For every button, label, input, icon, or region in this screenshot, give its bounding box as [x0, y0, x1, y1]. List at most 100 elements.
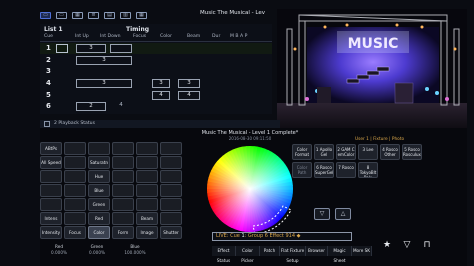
left-key-col5-key[interactable]: [136, 170, 158, 183]
softkey-button[interactable]: Magic Sheet: [328, 246, 352, 263]
softkey-button[interactable]: Patch: [260, 246, 280, 256]
left-key-col4-key[interactable]: [112, 184, 134, 197]
col-header-mbap[interactable]: M B A P: [230, 34, 247, 39]
left-key-col4-key[interactable]: [112, 198, 134, 211]
left-key-col3-key[interactable]: Green: [88, 198, 110, 211]
left-key-col2-key[interactable]: [64, 212, 86, 225]
left-key-col6-key[interactable]: [160, 212, 182, 225]
beam-cell[interactable]: 3: [178, 79, 200, 88]
left-key-col6-key[interactable]: [160, 142, 182, 155]
color-path-key[interactable]: 8 TokyoBlt Poly: [358, 162, 378, 178]
int-up-cell[interactable]: 3: [76, 44, 106, 53]
cue-row[interactable]: 4 3 3 3: [40, 78, 272, 89]
left-key-col4-key[interactable]: [112, 212, 134, 225]
col-header-beam[interactable]: Beam: [187, 34, 200, 39]
left-key-col1-key[interactable]: [40, 198, 62, 211]
left-key-col4-key[interactable]: Form: [112, 226, 134, 239]
color-format-key[interactable]: 2 GAM C emColor: [336, 144, 356, 160]
color-path-key[interactable]: Color Path: [292, 162, 312, 178]
left-key-col2-key[interactable]: [64, 156, 86, 169]
color-wheel[interactable]: [205, 144, 295, 235]
command-line[interactable]: LIVE: Cue 1: Group 6 Effect 914 ◆: [212, 232, 352, 241]
cue-select-box[interactable]: [56, 44, 68, 53]
col-header-color[interactable]: Color: [160, 34, 172, 39]
left-key-col2-key[interactable]: [64, 184, 86, 197]
int-down-cell[interactable]: [110, 44, 132, 53]
left-key-col5-key[interactable]: [136, 184, 158, 197]
left-key-col6-key[interactable]: [160, 198, 182, 211]
tab-icon[interactable]: ▭: [40, 11, 51, 19]
color-path-key[interactable]: 7 Rosco: [336, 162, 356, 178]
left-key-col2-key[interactable]: [64, 142, 86, 155]
playback-status-label[interactable]: 2 Playback Status: [54, 121, 95, 126]
color-format-key[interactable]: 5 Rosco Rosculux: [402, 144, 422, 160]
color-cell[interactable]: 3: [152, 79, 170, 88]
int-up-cell[interactable]: 3: [76, 56, 132, 65]
grid-alt-icon[interactable]: ▦: [136, 11, 147, 19]
softkey-button[interactable]: Color Picker: [236, 246, 260, 263]
layout-icon[interactable]: ▥: [120, 11, 131, 19]
left-key-col3-key[interactable]: Red: [88, 212, 110, 225]
left-key-col3-key[interactable]: [88, 142, 110, 155]
left-key-col5-key[interactable]: [136, 142, 158, 155]
left-key-col3-key[interactable]: Blue: [88, 184, 110, 197]
grid-icon[interactable]: ▦: [72, 11, 83, 19]
color-format-key[interactable]: Color Format: [292, 144, 312, 160]
left-key-col3-key[interactable]: Saturatn: [88, 156, 110, 169]
int-down-cell[interactable]: 4: [110, 102, 132, 108]
left-key-col1-key[interactable]: Intensity: [40, 226, 62, 239]
softkey-button[interactable]: Effect Status: [212, 246, 236, 263]
color-path-key[interactable]: 6 Rosco SuperGel: [314, 162, 334, 178]
command-rest: : Group 6 Effect 914 ◆: [244, 233, 301, 239]
left-key-col1-key[interactable]: [40, 184, 62, 197]
int-up-cell[interactable]: 2: [76, 102, 106, 111]
left-key-col5-key[interactable]: [136, 198, 158, 211]
left-key-col4-key[interactable]: [112, 142, 134, 155]
left-key-col4-key[interactable]: [112, 170, 134, 183]
monitor-icon[interactable]: ▭: [56, 11, 67, 19]
left-key-col5-key[interactable]: Image: [136, 226, 158, 239]
col-header-focus[interactable]: Focus: [133, 34, 146, 39]
softkey-button[interactable]: More SK: [352, 246, 372, 256]
left-key-col2-key[interactable]: Focus: [64, 226, 86, 239]
left-key-col4-key[interactable]: [112, 156, 134, 169]
color-format-key[interactable]: 4 Rosco Other: [380, 144, 400, 160]
left-key-col3-key[interactable]: Color: [88, 226, 110, 239]
color-format-key[interactable]: 1 Apollo Gel: [314, 144, 334, 160]
col-header-cue[interactable]: Cue: [44, 34, 53, 39]
tile-icon[interactable]: ▤: [104, 11, 115, 19]
softkey-button[interactable]: Flat Fixture Setup: [280, 246, 306, 263]
col-header-int-down[interactable]: Int Down: [100, 34, 121, 39]
left-key-col6-key[interactable]: [160, 184, 182, 197]
left-key-col2-key[interactable]: [64, 170, 86, 183]
up-arrow-button[interactable]: △: [335, 208, 351, 220]
col-header-dur[interactable]: Dur: [212, 34, 220, 39]
cue-row[interactable]: 3: [40, 66, 272, 77]
left-key-col2-key[interactable]: [64, 198, 86, 211]
left-key-col1-key[interactable]: [40, 170, 62, 183]
col-header-int-up[interactable]: Int Up: [75, 34, 89, 39]
color-cell[interactable]: 4: [152, 91, 170, 100]
list-icon[interactable]: ≡: [88, 11, 99, 19]
left-key-col1-key[interactable]: All Speed: [40, 156, 62, 169]
cue-row[interactable]: 1 3: [40, 43, 272, 54]
cue-row[interactable]: 2 3: [40, 55, 272, 66]
softkey-button[interactable]: Browser: [306, 246, 328, 256]
star-icon[interactable]: ★: [380, 240, 394, 250]
down-arrow-button[interactable]: ▽: [314, 208, 330, 220]
left-key-col1-key[interactable]: ABtPs: [40, 142, 62, 155]
lock-icon[interactable]: ⊓: [420, 240, 434, 250]
cue-row[interactable]: 6 2 4: [40, 101, 272, 112]
left-key-col6-key[interactable]: Shutter: [160, 226, 182, 239]
int-up-cell[interactable]: 3: [76, 79, 132, 88]
left-key-col6-key[interactable]: [160, 170, 182, 183]
left-key-col5-key[interactable]: [136, 156, 158, 169]
left-key-col5-key[interactable]: Beam: [136, 212, 158, 225]
color-format-key[interactable]: 3 Lee: [358, 144, 378, 160]
left-key-col3-key[interactable]: Hue: [88, 170, 110, 183]
left-key-col6-key[interactable]: [160, 156, 182, 169]
beam-cell[interactable]: 4: [178, 91, 200, 100]
left-key-col1-key[interactable]: Intens: [40, 212, 62, 225]
cue-row[interactable]: 5 4 4: [40, 90, 272, 101]
triangle-down-icon[interactable]: ▽: [400, 240, 414, 250]
